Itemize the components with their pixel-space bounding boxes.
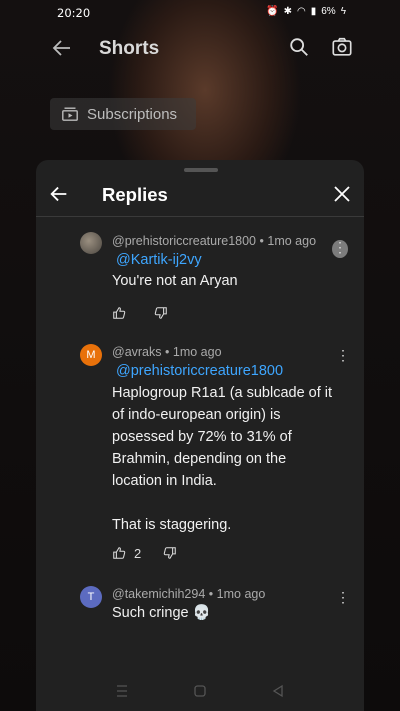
- shorts-top-bar: Shorts: [0, 30, 400, 66]
- comment-author[interactable]: @prehistoriccreature1800: [112, 234, 256, 248]
- more-options-icon[interactable]: ⋮: [336, 348, 350, 364]
- comment-text: Such cringe 💀: [112, 605, 211, 621]
- replies-title: Replies: [102, 184, 168, 205]
- shorts-title: Shorts: [99, 38, 160, 59]
- like-icon[interactable]: [112, 546, 126, 560]
- charging-icon: ϟ: [340, 6, 346, 17]
- back-arrow-icon[interactable]: [50, 36, 74, 60]
- avatar[interactable]: M: [80, 344, 102, 366]
- comment-actions: [112, 304, 168, 322]
- subscriptions-icon: [62, 107, 78, 121]
- battery-text: 6%: [321, 6, 336, 17]
- close-icon[interactable]: [332, 184, 352, 204]
- comment-mention[interactable]: @Kartik-ij2vy: [116, 252, 202, 268]
- comment-age: 1mo ago: [172, 345, 222, 359]
- status-time: 20:20: [57, 6, 91, 20]
- comment-text: You're not an Aryan: [112, 273, 238, 289]
- meta-separator: •: [208, 587, 214, 601]
- wifi-icon: ◠: [297, 6, 306, 17]
- avatar[interactable]: [80, 232, 102, 254]
- comment-line: That is staggering.: [112, 517, 232, 533]
- status-icons: ⏰ ✱ ◠ ▮ 6% ϟ: [266, 6, 346, 17]
- search-icon[interactable]: [288, 36, 310, 58]
- recent-apps-icon[interactable]: [114, 684, 130, 698]
- comment-age: 1mo ago: [267, 234, 317, 248]
- comment-age: 1mo ago: [216, 587, 266, 601]
- dislike-icon[interactable]: [154, 306, 168, 320]
- comment-author[interactable]: @avraks: [112, 345, 162, 359]
- replies-sheet: Replies @prehistoriccreature1800 • 1mo a…: [36, 160, 364, 711]
- signal-icon: ▮: [310, 6, 317, 17]
- comment-actions: 2: [112, 544, 177, 562]
- avatar[interactable]: T: [80, 586, 102, 608]
- nav-back-icon[interactable]: [270, 684, 286, 698]
- camera-icon[interactable]: [331, 36, 353, 58]
- comment-line: Brahmin, depending on the: [112, 451, 287, 467]
- status-bar: 20:20 ⏰ ✱ ◠ ▮ 6% ϟ: [0, 0, 400, 26]
- like-icon[interactable]: [112, 306, 126, 320]
- comment-line: Haplogroup R1a1 (a sublcade of it: [112, 385, 333, 401]
- meta-separator: •: [259, 234, 264, 248]
- comment-line: [112, 492, 342, 514]
- comment-line: location in India.: [112, 473, 217, 489]
- meta-separator: •: [165, 345, 170, 359]
- subscriptions-label: Subscriptions: [87, 106, 178, 123]
- system-nav-bar: [0, 676, 400, 706]
- dislike-icon[interactable]: [163, 546, 177, 560]
- comment-author[interactable]: @takemichih294: [112, 587, 205, 601]
- bluetooth-icon: ✱: [283, 6, 292, 17]
- comment-meta: @prehistoriccreature1800 • 1mo ago: [112, 234, 316, 248]
- like-count: 2: [134, 545, 142, 561]
- subscriptions-chip[interactable]: Subscriptions: [50, 98, 196, 130]
- comment-line: posessed by 72% to 31% of: [112, 429, 292, 445]
- more-options-icon[interactable]: ⋮: [332, 240, 348, 258]
- comment-line: of indo-european origin) is: [112, 407, 281, 423]
- comment-meta: @takemichih294 • 1mo ago: [112, 587, 265, 601]
- replies-header: Replies: [36, 176, 364, 217]
- comment-mention[interactable]: @prehistoriccreature1800: [116, 363, 283, 379]
- alarm-icon: ⏰: [266, 6, 279, 17]
- drag-handle[interactable]: [184, 168, 218, 172]
- home-icon[interactable]: [192, 684, 208, 698]
- back-arrow-icon[interactable]: [48, 183, 70, 205]
- comment-text: Haplogroup R1a1 (a sublcade of it of ind…: [112, 382, 342, 536]
- comment-meta: @avraks • 1mo ago: [112, 345, 222, 359]
